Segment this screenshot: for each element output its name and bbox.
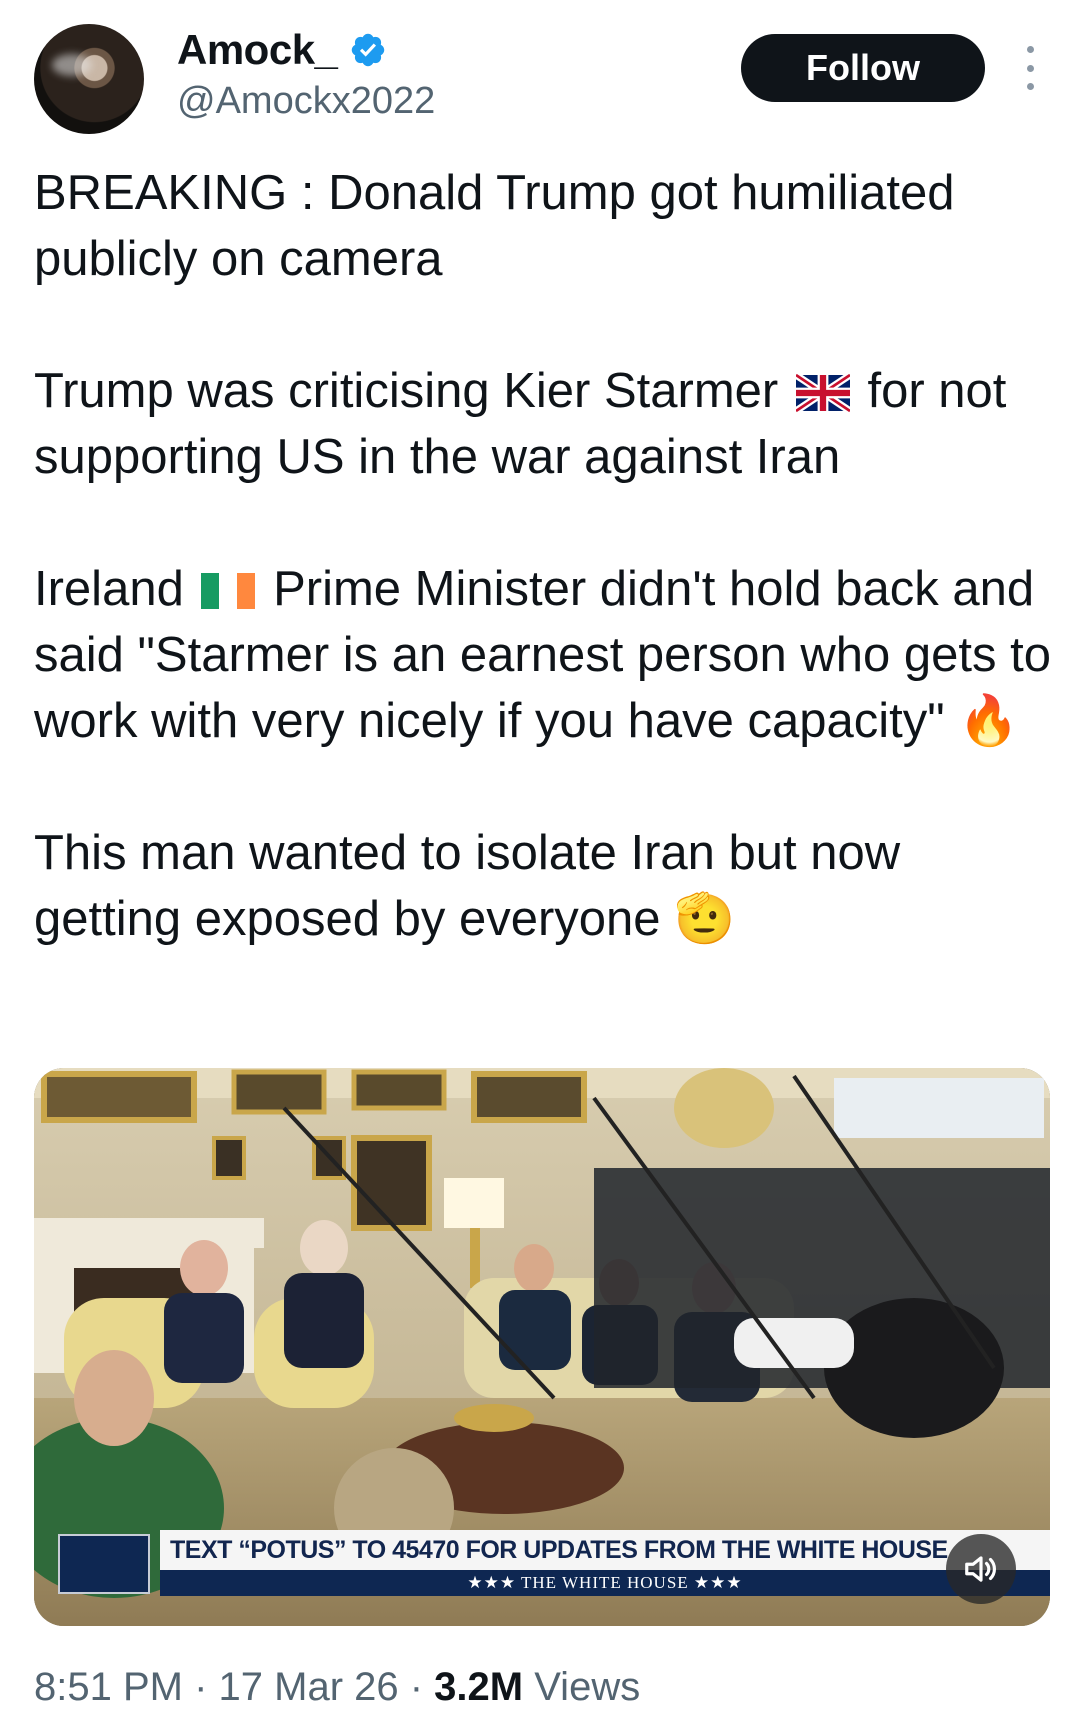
speaker-icon (965, 1556, 996, 1582)
banner-subtext: ★★★ THE WHITE HOUSE ★★★ (160, 1570, 1050, 1596)
fire-emoji-icon: 🔥 (958, 694, 1020, 748)
tweet-paragraph: This man wanted to isolate Iran but now … (34, 826, 901, 946)
post-time[interactable]: 8:51 PM (34, 1665, 183, 1709)
follow-button[interactable]: Follow (741, 34, 985, 102)
views-count: 3.2M (434, 1665, 524, 1709)
mute-button[interactable] (946, 1534, 1016, 1604)
post-date[interactable]: 17 Mar 26 (219, 1665, 399, 1709)
author-display-name[interactable]: Amock_ (177, 26, 338, 74)
video-player[interactable]: TEXT “POTUS” TO 45470 FOR UPDATES FROM T… (34, 1068, 1050, 1626)
tweet-header: Amock_ @Amockx2022 Follow (0, 0, 1080, 140)
views-label: Views (523, 1665, 641, 1709)
verified-badge-icon (352, 33, 385, 67)
avatar[interactable] (34, 24, 144, 134)
tweet-paragraph: BREAKING : Donald Trump got humiliated p… (34, 166, 955, 286)
broadcast-banner: TEXT “POTUS” TO 45470 FOR UPDATES FROM T… (48, 1524, 1050, 1598)
author-name[interactable]: Amock_ (177, 26, 387, 74)
author-handle[interactable]: @Amockx2022 (177, 80, 435, 123)
tweet-meta: 8:51 PM · 17 Mar 26 · 3.2M Views (34, 1665, 641, 1709)
tweet-paragraph: Trump was criticising Kier Starmer for n… (34, 364, 1007, 484)
ireland-flag-icon (201, 573, 256, 609)
tweet-paragraph: Ireland Prime Minister didn't hold back … (34, 562, 1051, 748)
tweet-text: BREAKING : Donald Trump got humiliated p… (34, 160, 1054, 952)
white-house-logo (58, 1534, 150, 1594)
banner-text: TEXT “POTUS” TO 45470 FOR UPDATES FROM T… (160, 1530, 1050, 1570)
more-options-icon[interactable] (1018, 46, 1042, 90)
saluting-face-emoji-icon: 🫡 (674, 892, 736, 946)
uk-flag-icon (795, 373, 850, 413)
